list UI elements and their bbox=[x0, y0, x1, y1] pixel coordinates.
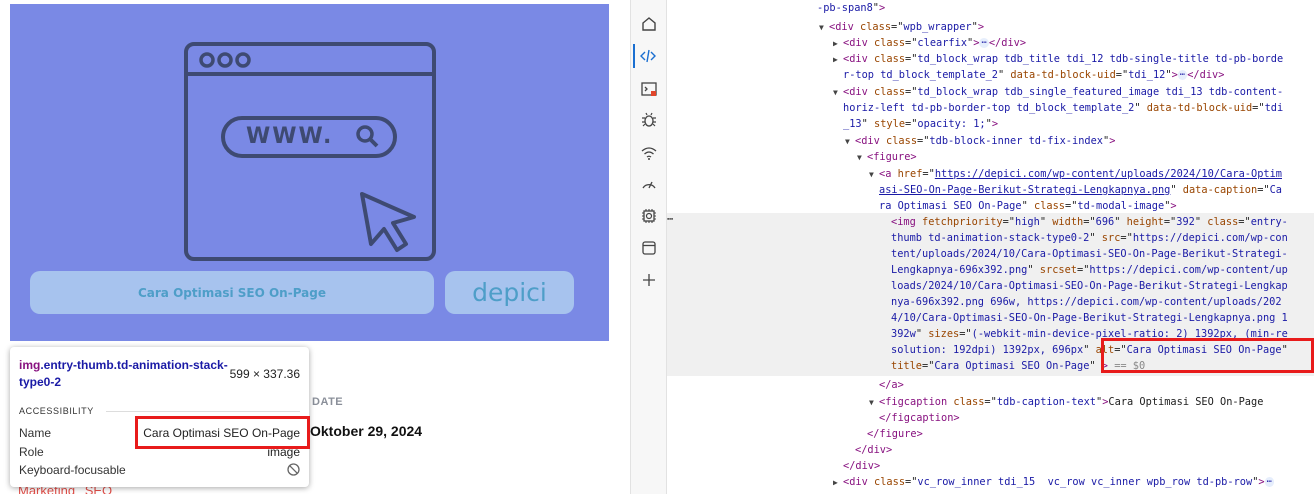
dom-line[interactable]: ▼ <figure> bbox=[857, 149, 917, 165]
dom-line[interactable]: horiz-left td-pb-border-top td_block_tem… bbox=[843, 100, 1283, 116]
dom-line[interactable]: ▼ <div class="wpb_wrapper"> bbox=[819, 19, 984, 35]
dom-line[interactable]: tent/uploads/2024/10/Cara-Optimasi-SEO-O… bbox=[891, 246, 1288, 262]
page-preview: WWW. Cara Optimasi SEO On-Page depici DA… bbox=[0, 0, 630, 494]
dom-line[interactable]: thumb td-animation-stack-type0-2" src="h… bbox=[891, 230, 1288, 246]
selector-classes: .entry-thumb.td-animation-stack-type0-2 bbox=[19, 358, 228, 389]
highlight-alt-box bbox=[1101, 338, 1314, 373]
dom-line[interactable]: Lengkapnya-696x392.png" srcset="https://… bbox=[891, 262, 1288, 278]
dom-line[interactable]: ▶ <div class="vc_row_inner tdi_15 vc_row … bbox=[833, 474, 1275, 490]
home-icon[interactable] bbox=[637, 12, 661, 36]
inspect-tooltip: img.entry-thumb.td-animation-stack-type0… bbox=[10, 347, 310, 487]
devtools-activity-bar bbox=[630, 0, 667, 494]
dom-line[interactable]: ▼ <div class="td_block_wrap tdb_single_fe… bbox=[833, 84, 1283, 100]
a11y-role-key: Role bbox=[19, 445, 44, 459]
depici-logo: depici bbox=[445, 271, 574, 314]
dom-line[interactable]: </figcaption> bbox=[879, 410, 960, 426]
dom-line[interactable]: </a> bbox=[879, 377, 904, 393]
dom-line[interactable]: nya-696x392.png 696w, https://depici.com… bbox=[891, 294, 1282, 310]
network-icon[interactable] bbox=[637, 141, 661, 165]
sources-bug-icon[interactable] bbox=[637, 108, 661, 132]
dom-line[interactable]: r-top td_block_template_2" data-td-block… bbox=[843, 67, 1224, 83]
add-tool-icon[interactable] bbox=[637, 268, 661, 292]
dom-line[interactable]: 4/10/Cara-Optimasi-SEO-On-Page-Berikut-S… bbox=[891, 310, 1288, 326]
not-allowed-icon bbox=[287, 463, 300, 479]
featured-image: WWW. Cara Optimasi SEO On-Page depici bbox=[10, 4, 609, 341]
dom-line[interactable]: </div> bbox=[843, 458, 880, 474]
a11y-focusable-key: Keyboard-focusable bbox=[19, 463, 126, 477]
element-size: 599 × 337.36 bbox=[229, 367, 300, 381]
a11y-name-key: Name bbox=[19, 426, 52, 440]
console-icon[interactable] bbox=[637, 77, 661, 101]
dom-line[interactable]: -pb-span8"> bbox=[817, 0, 885, 16]
memory-chip-icon[interactable] bbox=[637, 204, 661, 228]
post-date: Oktober 29, 2024 bbox=[310, 423, 423, 439]
dom-line-selected[interactable]: <img fetchpriority="high" width="696" he… bbox=[891, 214, 1288, 230]
dom-line[interactable]: ▼ <a href="https://depici.com/wp-content/… bbox=[869, 166, 1282, 182]
application-icon[interactable] bbox=[637, 236, 661, 260]
dom-line[interactable]: ▶ <div class="clearfix"> ⋯ </div> bbox=[833, 35, 1026, 51]
figcaption-text: Cara Optimasi SEO On-Page bbox=[1108, 396, 1264, 408]
a11y-focusable-row: Keyboard-focusable bbox=[19, 463, 300, 481]
performance-icon[interactable] bbox=[637, 172, 661, 196]
section-divider bbox=[106, 411, 300, 412]
dom-line[interactable]: </figure> bbox=[867, 426, 923, 442]
hero-caption: Cara Optimasi SEO On-Page bbox=[30, 271, 434, 314]
tooltip-selector: img.entry-thumb.td-animation-stack-type0… bbox=[19, 357, 229, 391]
elements-icon[interactable] bbox=[633, 44, 661, 68]
dom-line[interactable]: asi-SEO-On-Page-Berikut-Strategi-Lengkap… bbox=[879, 182, 1282, 198]
dom-line[interactable]: loads/2024/10/Cara-Optimasi-SEO-On-Page-… bbox=[891, 278, 1288, 294]
highlight-name-box bbox=[135, 416, 310, 449]
dom-line[interactable]: ▼ <figcaption class="tdb-caption-text">Ca… bbox=[869, 394, 1263, 410]
selector-tag: img bbox=[19, 358, 41, 372]
dom-line[interactable]: </div> bbox=[855, 442, 892, 458]
accessibility-section-label: ACCESSIBILITY bbox=[19, 406, 94, 416]
elements-tree: ⋯ -pb-span8"> ▼ <div class="wpb_wrapper">… bbox=[667, 0, 1314, 494]
dom-line[interactable]: _13" style="opacity: 1;"> bbox=[843, 116, 998, 132]
dom-line[interactable]: ▼ <div class="tdb-block-inner td-fix-inde… bbox=[845, 133, 1115, 149]
url-text: WWW. bbox=[246, 124, 334, 149]
dom-line[interactable]: ra Optimasi SEO On-Page" class="td-modal… bbox=[879, 198, 1177, 214]
date-label: DATE bbox=[312, 396, 344, 408]
node-actions-ellipsis[interactable]: ⋯ bbox=[667, 213, 673, 225]
dom-line[interactable]: ▶ <div class="td_block_wrap tdb_title tdi… bbox=[833, 51, 1283, 67]
